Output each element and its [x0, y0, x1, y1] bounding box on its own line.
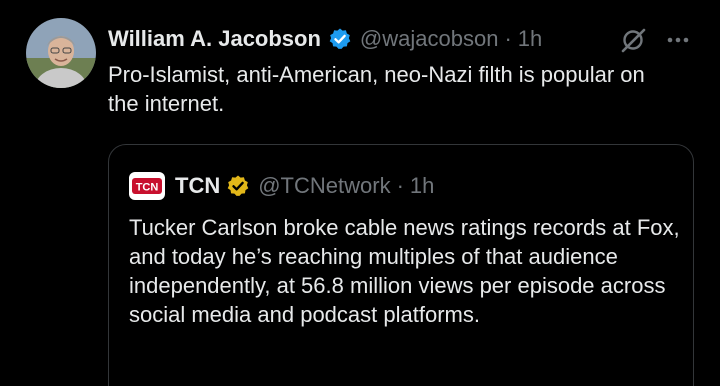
quote-author-handle[interactable]: @TCNetwork: [258, 173, 390, 199]
grok-icon[interactable]: [618, 25, 648, 55]
tweet-text: Pro-Islamist, anti-American, neo-Nazi fi…: [108, 62, 645, 116]
svg-text:TCN: TCN: [136, 182, 159, 194]
quote-header: TCN TCN @TCNetwork · 1h: [129, 171, 434, 201]
timestamp[interactable]: 1h: [518, 26, 542, 52]
author-handle[interactable]: @wajacobson: [360, 26, 499, 52]
separator-dot: ·: [396, 173, 404, 198]
quoted-tweet[interactable]: TCN TCN @TCNetwork · 1h Tucker Carlson b…: [108, 144, 694, 386]
quote-timestamp[interactable]: 1h: [410, 173, 434, 199]
quote-text: Tucker Carlson broke cable news ratings …: [129, 215, 680, 327]
avatar[interactable]: [26, 18, 96, 88]
tweet-header: William A. Jacobson @wajacobson · 1h: [108, 24, 542, 54]
quote-author-name[interactable]: TCN: [175, 173, 220, 199]
more-icon[interactable]: [664, 28, 692, 52]
tcn-logo[interactable]: TCN: [129, 172, 165, 200]
separator-dot: ·: [504, 26, 512, 51]
verified-badge-icon[interactable]: [226, 174, 250, 198]
author-name[interactable]: William A. Jacobson: [108, 26, 321, 52]
verified-badge-icon[interactable]: [328, 27, 352, 51]
